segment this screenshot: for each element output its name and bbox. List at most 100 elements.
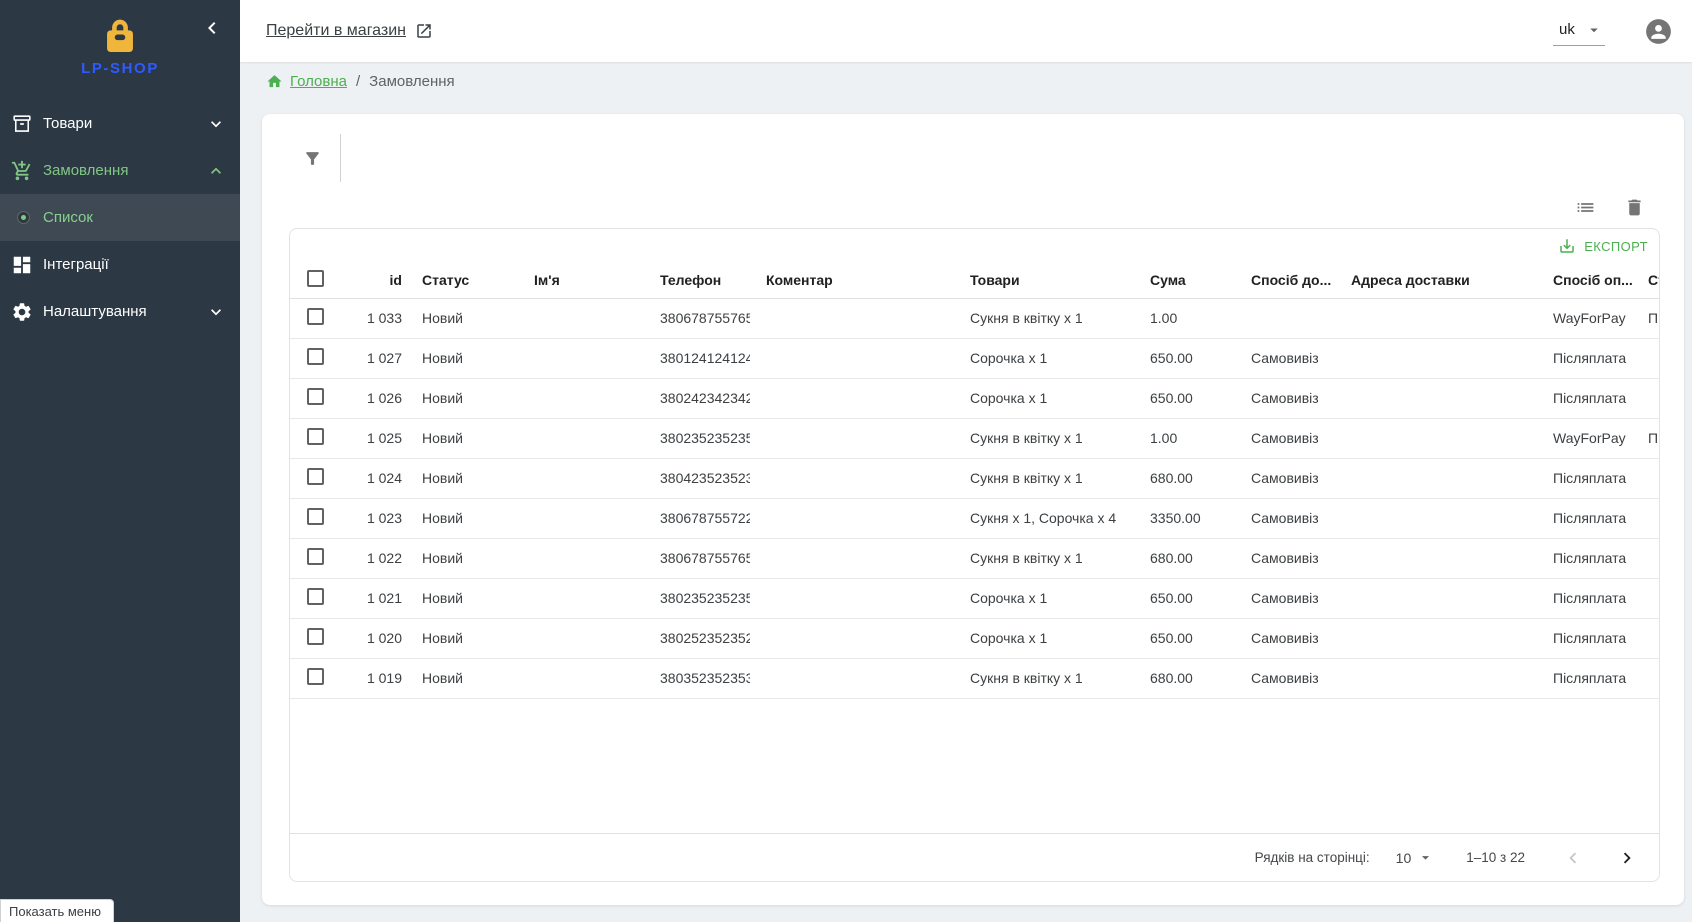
cell-sum: 680.00 xyxy=(1134,458,1235,498)
sidebar-item-налаштування[interactable]: Налаштування xyxy=(0,288,240,335)
row-checkbox[interactable] xyxy=(307,308,324,325)
cell-name xyxy=(518,338,644,378)
cell-id: 1 023 xyxy=(338,498,406,538)
table-row[interactable]: 1 022Новий380678755765Сукня в квітку x 1… xyxy=(290,538,1659,578)
select-all-checkbox[interactable] xyxy=(307,270,324,287)
cell-payment: Післяплата xyxy=(1537,538,1632,578)
column-header[interactable]: Ст xyxy=(1632,263,1659,298)
list-page-card: ЕКСПОРТ idСтатусІм'яТелефонКоментарТовар… xyxy=(262,114,1684,905)
go-to-store-link[interactable]: Перейти в магазин xyxy=(266,22,433,40)
cell-id: 1 025 xyxy=(338,418,406,458)
cell-delivery: Самовивіз xyxy=(1235,338,1335,378)
table-row[interactable]: 1 024Новий380423523523Сукня в квітку x 1… xyxy=(290,458,1659,498)
cell-address xyxy=(1335,658,1537,698)
cell-phone: 380235235235 xyxy=(644,578,750,618)
cell-sum: 1.00 xyxy=(1134,298,1235,338)
table-row[interactable]: 1 020Новий380252352352Сорочка x 1650.00С… xyxy=(290,618,1659,658)
cell-payment: WayForPay xyxy=(1537,298,1632,338)
orders-table: idСтатусІм'яТелефонКоментарТовариСумаСпо… xyxy=(290,263,1659,699)
cell-status: Новий xyxy=(406,338,518,378)
cell-products: Сукня в квітку x 1 xyxy=(954,458,1134,498)
radio-dot-icon xyxy=(11,211,33,224)
table-header-row: idСтатусІм'яТелефонКоментарТовариСумаСпо… xyxy=(290,263,1659,298)
cell-sum: 680.00 xyxy=(1134,538,1235,578)
cell-payment: WayForPay xyxy=(1537,418,1632,458)
cell-products: Сукня в квітку x 1 xyxy=(954,538,1134,578)
sidebar-header: LP-SHOP xyxy=(0,0,240,100)
row-checkbox[interactable] xyxy=(307,388,324,405)
column-header[interactable]: Телефон xyxy=(644,263,750,298)
row-checkbox[interactable] xyxy=(307,548,324,565)
user-avatar-button[interactable] xyxy=(1645,18,1672,45)
row-checkbox[interactable] xyxy=(307,348,324,365)
cell-payment: Післяплата xyxy=(1537,618,1632,658)
collapse-sidebar-button[interactable] xyxy=(200,16,224,40)
sidebar-item-label: Товари xyxy=(43,115,92,132)
table-row[interactable]: 1 033Новий380678755765Сукня в квітку x 1… xyxy=(290,298,1659,338)
row-checkbox[interactable] xyxy=(307,668,324,685)
sidebar: LP-SHOP Товари Замовлення Список Інтеграції… xyxy=(0,0,240,922)
rows-per-page-select[interactable]: 10 xyxy=(1396,849,1435,866)
column-header[interactable]: Ім'я xyxy=(518,263,644,298)
breadcrumb-home-link[interactable]: Головна xyxy=(290,73,347,90)
cell-phone: 380252352352 xyxy=(644,618,750,658)
sidebar-item-інтеграції[interactable]: Інтеграції xyxy=(0,241,240,288)
cell-comment xyxy=(750,658,954,698)
sidebar-item-замовлення[interactable]: Замовлення xyxy=(0,147,240,194)
cell-payment: Післяплата xyxy=(1537,658,1632,698)
row-checkbox[interactable] xyxy=(307,628,324,645)
column-header[interactable]: Сума xyxy=(1134,263,1235,298)
breadcrumb-separator: / xyxy=(356,73,360,90)
column-header[interactable]: Спосіб оп... xyxy=(1537,263,1632,298)
row-select-cell xyxy=(290,658,338,698)
column-header[interactable]: Коментар xyxy=(750,263,954,298)
previous-page-button[interactable] xyxy=(1561,846,1585,870)
cell-comment xyxy=(750,378,954,418)
cell-payment: Післяплата xyxy=(1537,338,1632,378)
cell-name xyxy=(518,498,644,538)
sidebar-item-label: Список xyxy=(43,209,93,226)
table-row[interactable]: 1 026Новий380242342342Сорочка x 1650.00С… xyxy=(290,378,1659,418)
sidebar-item-товари[interactable]: Товари xyxy=(0,100,240,147)
table-row[interactable]: 1 021Новий380235235235Сорочка x 1650.00С… xyxy=(290,578,1659,618)
cell-sum: 650.00 xyxy=(1134,578,1235,618)
go-to-store-label: Перейти в магазин xyxy=(266,22,406,40)
cart-add-icon xyxy=(11,160,33,182)
cell-products: Сукня x 1, Сорочка x 4 xyxy=(954,498,1134,538)
row-checkbox[interactable] xyxy=(307,508,324,525)
next-page-button[interactable] xyxy=(1615,846,1639,870)
filter-icon[interactable] xyxy=(303,149,322,168)
cell-status: Новий xyxy=(406,378,518,418)
cell-status: Новий xyxy=(406,538,518,578)
cell-id: 1 022 xyxy=(338,538,406,578)
cell-address xyxy=(1335,498,1537,538)
column-header[interactable]: id xyxy=(338,263,406,298)
column-header[interactable]: Товари xyxy=(954,263,1134,298)
table-row[interactable]: 1 025Новий380235235235Сукня в квітку x 1… xyxy=(290,418,1659,458)
delete-icon[interactable] xyxy=(1624,197,1645,218)
cell-delivery: Самовивіз xyxy=(1235,538,1335,578)
sidebar-item-список[interactable]: Список xyxy=(0,194,240,241)
rows-per-page-label: Рядків на сторінці: xyxy=(1255,850,1370,865)
language-select[interactable]: uk xyxy=(1553,16,1605,46)
cell-comment xyxy=(750,498,954,538)
cell-payment: Післяплата xyxy=(1537,578,1632,618)
table-row[interactable]: 1 019Новий380352352353Сукня в квітку x 1… xyxy=(290,658,1659,698)
row-checkbox[interactable] xyxy=(307,428,324,445)
column-header[interactable]: Спосіб до... xyxy=(1235,263,1335,298)
row-checkbox[interactable] xyxy=(307,468,324,485)
cell-products: Сорочка x 1 xyxy=(954,338,1134,378)
cell-status: Новий xyxy=(406,658,518,698)
cell-id: 1 019 xyxy=(338,658,406,698)
external-link-icon xyxy=(415,22,433,40)
column-header[interactable]: Статус xyxy=(406,263,518,298)
column-header[interactable]: Адреса доставки xyxy=(1335,263,1537,298)
cell-products: Сукня в квітку x 1 xyxy=(954,298,1134,338)
row-checkbox[interactable] xyxy=(307,588,324,605)
table-row[interactable]: 1 027Новий380124124124Сорочка x 1650.00С… xyxy=(290,338,1659,378)
cell-products: Сукня в квітку x 1 xyxy=(954,658,1134,698)
table-row[interactable]: 1 023Новий380678755722Сукня x 1, Сорочка… xyxy=(290,498,1659,538)
cell-products: Сорочка x 1 xyxy=(954,578,1134,618)
list-view-icon[interactable] xyxy=(1575,197,1596,218)
export-button[interactable]: ЕКСПОРТ xyxy=(1558,237,1648,255)
